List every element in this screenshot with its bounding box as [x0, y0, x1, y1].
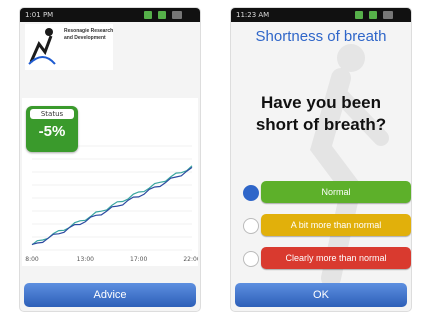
option-normal-button[interactable]: Normal: [261, 181, 411, 203]
status-icons: [355, 11, 405, 19]
status-label: Status: [30, 109, 74, 119]
logo-text: Resonagie Research and Development: [64, 28, 114, 41]
phone-screen-questionnaire: 11:23 AM Shortness of breath Have you be…: [231, 8, 411, 311]
advice-button[interactable]: Advice: [24, 283, 196, 307]
battery-icon: [158, 11, 166, 19]
signal-icon: [383, 11, 393, 19]
status-time: 11:23 AM: [236, 11, 270, 19]
status-value: -5%: [38, 123, 66, 140]
sync-icon: [144, 11, 152, 19]
question-title: Shortness of breath: [255, 28, 387, 45]
question-text: Have you been short of breath?: [255, 93, 387, 134]
x-tick-label: 13:00: [77, 256, 94, 263]
status-icons: [144, 11, 194, 19]
radio-option-clearly-more[interactable]: [243, 251, 259, 267]
status-bar: 1:01 PM: [20, 8, 200, 22]
status-bar: 11:23 AM: [231, 8, 411, 22]
sync-icon: [355, 11, 363, 19]
x-tick-label: 22:00: [183, 256, 198, 263]
radio-option-normal[interactable]: [243, 185, 259, 201]
ok-button[interactable]: OK: [235, 283, 407, 307]
phone-screen-status: 1:01 PM Resonagie Research and Developme…: [20, 8, 200, 311]
x-tick-label: 17:00: [130, 256, 147, 263]
signal-icon: [172, 11, 182, 19]
battery-icon: [369, 11, 377, 19]
option-bit-more-button[interactable]: A bit more than normal: [261, 214, 411, 236]
status-time: 1:01 PM: [25, 11, 54, 19]
x-tick-label: 8:00: [25, 256, 39, 263]
option-clearly-more-button[interactable]: Clearly more than normal: [261, 247, 411, 269]
status-card: Status -5%: [26, 106, 78, 152]
radio-option-bit-more[interactable]: [243, 218, 259, 234]
